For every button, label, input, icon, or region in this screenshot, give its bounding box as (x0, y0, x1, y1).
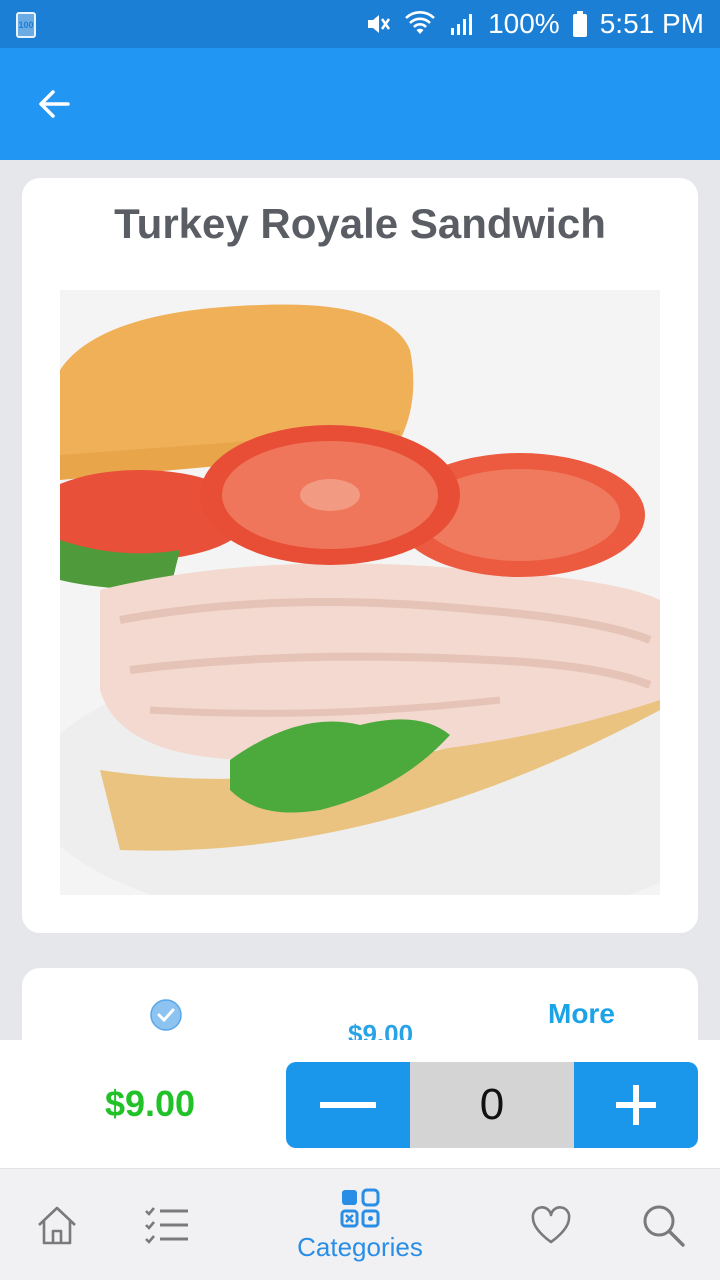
nav-list[interactable] (132, 1169, 202, 1280)
quantity-value: 0 (410, 1062, 574, 1148)
battery-notification-icon: 100 (16, 12, 36, 38)
plus-icon (616, 1085, 656, 1125)
nav-favorites[interactable] (516, 1169, 586, 1280)
categories-icon (340, 1188, 380, 1227)
battery-small-label: 100 (16, 12, 36, 38)
status-bar: 100 100% 5:51 PM (0, 0, 720, 48)
price-label: $9.00 (104, 1083, 196, 1124)
clock: 5:51 PM (599, 8, 704, 39)
minus-icon (320, 1102, 376, 1108)
search-icon (643, 1205, 685, 1247)
battery-percent: 100% (488, 8, 560, 39)
status-icons: 100% 5:51 PM (364, 0, 704, 48)
battery-icon (572, 11, 588, 37)
nav-home[interactable] (22, 1169, 92, 1280)
nav-search[interactable] (628, 1169, 698, 1280)
product-title: Turkey Royale Sandwich (114, 200, 606, 247)
nav-categories-label: Categories (297, 1231, 423, 1262)
nav-categories[interactable]: Categories (280, 1169, 440, 1280)
back-button[interactable] (30, 82, 78, 126)
wifi-icon (404, 10, 436, 38)
signal-icon (448, 10, 476, 38)
checklist-icon (145, 1207, 188, 1244)
sandwich-photo (30, 290, 720, 930)
quantity-stepper: 0 (286, 1062, 698, 1148)
check-circle-icon[interactable] (150, 999, 182, 1031)
increase-quantity-button[interactable] (574, 1062, 698, 1148)
arrow-left-icon (39, 90, 70, 118)
home-icon (38, 1206, 76, 1245)
decrease-quantity-button[interactable] (286, 1062, 410, 1148)
heart-icon (531, 1206, 571, 1244)
bottom-nav: Categories (0, 1168, 720, 1280)
mute-icon (364, 10, 392, 38)
app-bar (0, 48, 720, 160)
more-link[interactable]: More (548, 998, 615, 1030)
